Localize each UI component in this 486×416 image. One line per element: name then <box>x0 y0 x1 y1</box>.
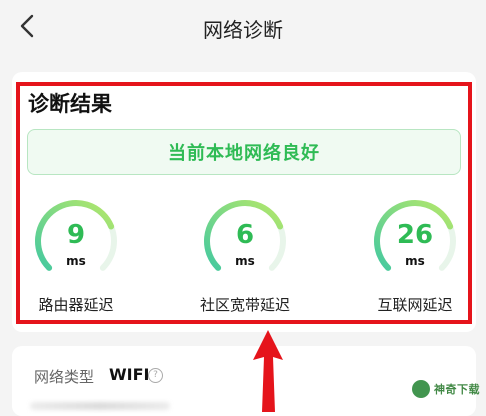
community-broadband-latency-unit: ms <box>235 254 255 268</box>
router-latency-unit: ms <box>66 254 86 268</box>
network-status-banner: 当前本地网络良好 <box>27 129 461 175</box>
blurred-info-row <box>30 402 170 410</box>
watermark-logo <box>412 380 430 398</box>
router-latency-label: 路由器延迟 <box>38 296 114 314</box>
internet-latency-value: 26 <box>396 220 434 250</box>
community-broadband-latency-value: 6 <box>235 220 255 250</box>
watermark-text: 神奇下载 <box>434 383 480 396</box>
network-type-label: 网络类型 <box>34 368 95 386</box>
router-latency-value: 9 <box>66 220 86 250</box>
network-type-value: WIFI <box>109 365 150 384</box>
network-status-text: 当前本地网络良好 <box>168 143 320 164</box>
community-broadband-latency-gauge: 6 ms <box>200 196 290 286</box>
internet-latency-gauge: 26 ms <box>370 196 460 286</box>
watermark: 神奇下载 <box>412 380 480 398</box>
result-heading: 诊断结果 <box>28 92 112 116</box>
internet-latency-unit: ms <box>405 254 425 268</box>
page-title: 网络诊断 <box>203 18 283 42</box>
question-circle-icon[interactable]: ? <box>148 368 163 383</box>
internet-latency-label: 互联网延迟 <box>377 296 453 314</box>
red-arrow-up-icon <box>252 330 284 416</box>
router-latency-gauge: 9 ms <box>31 196 121 286</box>
community-broadband-latency-label: 社区宽带延迟 <box>199 296 290 314</box>
app-header: 网络诊断 <box>0 0 486 56</box>
